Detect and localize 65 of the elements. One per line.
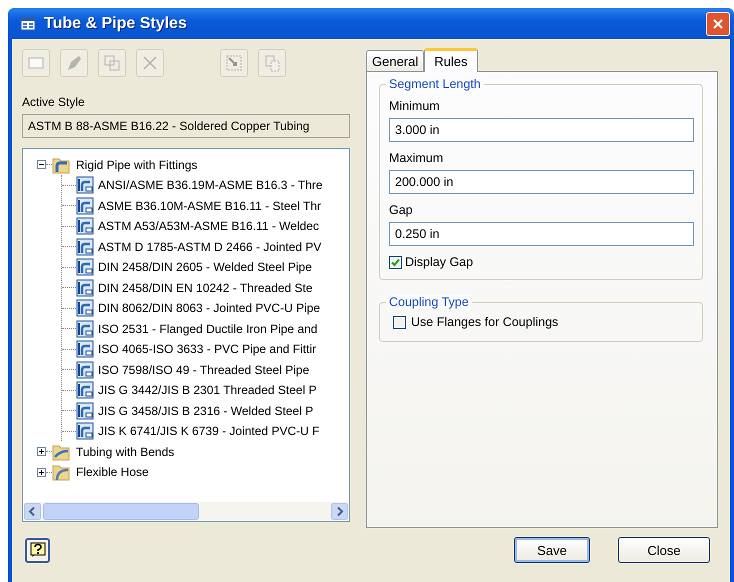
tree-item[interactable]: Flexible Hose — [76, 465, 149, 480]
tree-item[interactable]: JIS K 6741/JIS K 6739 - Jointed PVC-U F — [98, 424, 320, 438]
folder-icon — [52, 156, 70, 174]
style-icon — [76, 238, 94, 256]
import-icon — [224, 53, 244, 74]
style-icon — [76, 176, 94, 194]
style-icon — [76, 402, 94, 420]
input-field[interactable]: 0.250 in — [389, 222, 694, 246]
input-field[interactable]: 3.000 in — [389, 118, 694, 142]
tree-item[interactable]: Rigid Pipe with Fittings — [76, 158, 198, 172]
folder-icon — [52, 442, 70, 461]
style-icon — [76, 381, 94, 400]
close-button[interactable] — [706, 12, 730, 36]
save-button[interactable]: Save — [514, 537, 590, 564]
style-icon — [76, 278, 94, 297]
app-icon — [20, 16, 36, 32]
checkbox-label[interactable]: Use Flanges for Couplings — [411, 315, 558, 330]
horizontal-scrollbar[interactable] — [23, 502, 349, 522]
close-dialog-button[interactable]: Close — [618, 537, 710, 564]
style-icon — [76, 299, 94, 318]
folder-icon — [52, 463, 70, 482]
input-field[interactable]: 200.000 in — [389, 170, 694, 194]
style-icon — [76, 320, 94, 338]
checkbox[interactable] — [393, 316, 406, 329]
tree-item[interactable]: ISO 2531 - Flanged Ductile Iron Pipe and — [98, 322, 318, 336]
expand-icon[interactable] — [37, 468, 46, 477]
style-icon — [76, 217, 94, 236]
group-title: Coupling Type — [386, 295, 472, 310]
tree-item[interactable]: JIS G 3458/JIS B 2316 - Welded Steel P — [98, 404, 314, 418]
tree-item[interactable]: ASTM A53/A53M-ASME B16.11 - Weldec — [98, 219, 319, 234]
style-icon — [76, 340, 94, 358]
tree-item[interactable]: DIN 2458/DIN 2605 - Welded Steel Pipe — [98, 260, 312, 274]
scroll-right-icon[interactable] — [331, 503, 348, 520]
active-style-field: ASTM B 88-ASME B16.22 - Soldered Copper Tubing — [22, 114, 350, 138]
tree-item[interactable]: DIN 8062/DIN 8063 - Jointed PVC-U Pipe — [98, 301, 320, 316]
scroll-left-icon[interactable] — [24, 503, 41, 520]
tree-item[interactable]: ASTM D 1785-ASTM D 2466 - Jointed PV — [98, 240, 322, 254]
scroll-thumb[interactable] — [43, 503, 199, 520]
collapse-icon[interactable] — [37, 160, 46, 170]
close-icon — [712, 18, 724, 30]
style-icon — [76, 196, 94, 215]
style-icon — [76, 360, 94, 379]
field-label: Gap — [389, 203, 414, 218]
style-icon — [76, 422, 94, 440]
tree-item[interactable]: ISO 4065-ISO 3633 - PVC Pipe and Fittir — [98, 342, 316, 356]
expand-icon[interactable] — [37, 447, 46, 456]
tree-item[interactable]: ANSI/ASME B36.19M-ASME B16.3 - Thre — [98, 178, 323, 192]
field-label: Minimum — [389, 99, 441, 114]
tab[interactable]: General — [366, 50, 424, 72]
tab[interactable]: Rules — [424, 48, 478, 72]
tree-item[interactable]: JIS G 3442/JIS B 2301 Threaded Steel P — [98, 383, 317, 398]
checkbox[interactable] — [389, 256, 402, 269]
style-icon — [76, 258, 94, 276]
checkbox-label[interactable]: Display Gap — [405, 255, 474, 270]
field-label: Active Style — [22, 95, 86, 110]
tree-item[interactable]: Tubing with Bends — [76, 444, 174, 459]
window-title: Tube & Pipe Styles — [44, 14, 188, 33]
group-title: Segment Length — [386, 77, 484, 92]
tree-item[interactable]: DIN 2458/DIN EN 10242 - Threaded Ste — [98, 280, 313, 295]
tree-item[interactable]: ISO 7598/ISO 49 - Threaded Steel Pipe — [98, 362, 310, 377]
help-icon — [30, 542, 46, 558]
field-label: Maximum — [389, 151, 444, 166]
help-button[interactable] — [25, 538, 50, 563]
tree-item[interactable]: ASME B36.10M-ASME B16.11 - Steel Thr — [98, 198, 321, 213]
copy-icon — [102, 53, 122, 74]
